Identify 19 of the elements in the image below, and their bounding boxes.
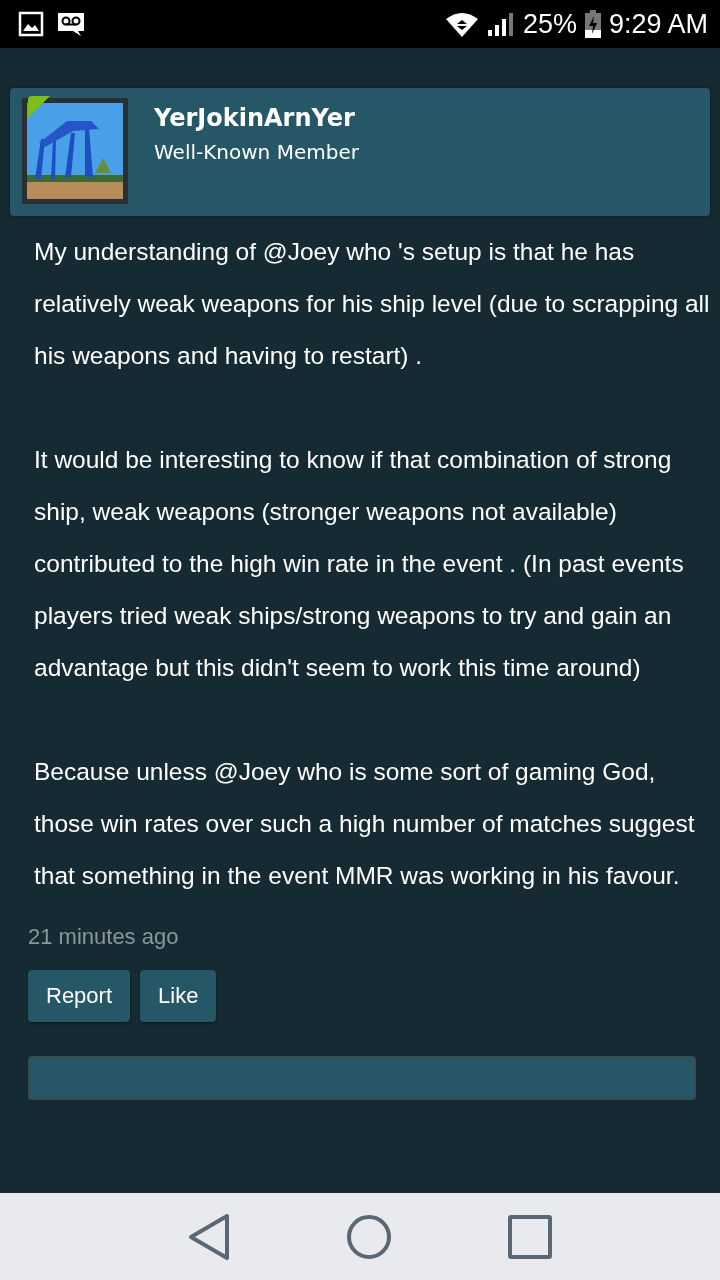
signal-icon [486, 11, 515, 37]
home-icon[interactable] [346, 1213, 392, 1260]
back-icon[interactable] [187, 1212, 232, 1261]
post-time: 21 minutes ago [28, 924, 179, 950]
like-button[interactable]: Like [140, 970, 217, 1022]
corner-badge-icon [28, 96, 50, 118]
image-icon [18, 11, 44, 37]
clock-time: 9:29 AM [608, 8, 708, 40]
voicemail-icon [56, 11, 86, 37]
author-name[interactable]: YerJokinArnYer [154, 104, 359, 132]
post-paragraph: Because unless @Joey who is some sort of gaming God, those win rates over such a high number of matches suggest that something in the event MMR was working in his favour. [34, 757, 696, 891]
recents-icon[interactable] [506, 1213, 553, 1260]
battery-charging-icon [584, 10, 601, 38]
member-title: Well-Known Member [154, 140, 359, 164]
post-paragraph: It would be interesting to know if that combination of strong ship, weak weapons (stronger weapons not available) contributed to the high win rate in the event . (In past events players tried weak ships/strong weapons to try and gain an advantage but this didn't seem to work this time around) [34, 445, 685, 683]
wifi-icon [444, 11, 479, 37]
battery-percentage: 25% [522, 8, 577, 40]
post-paragraph: My understanding of @Joey who 's setup is that he has relatively weak weapons for his ship level (due to scrapping all his weapons and having to restart) . [34, 237, 711, 371]
report-button[interactable]: Report [28, 970, 131, 1022]
